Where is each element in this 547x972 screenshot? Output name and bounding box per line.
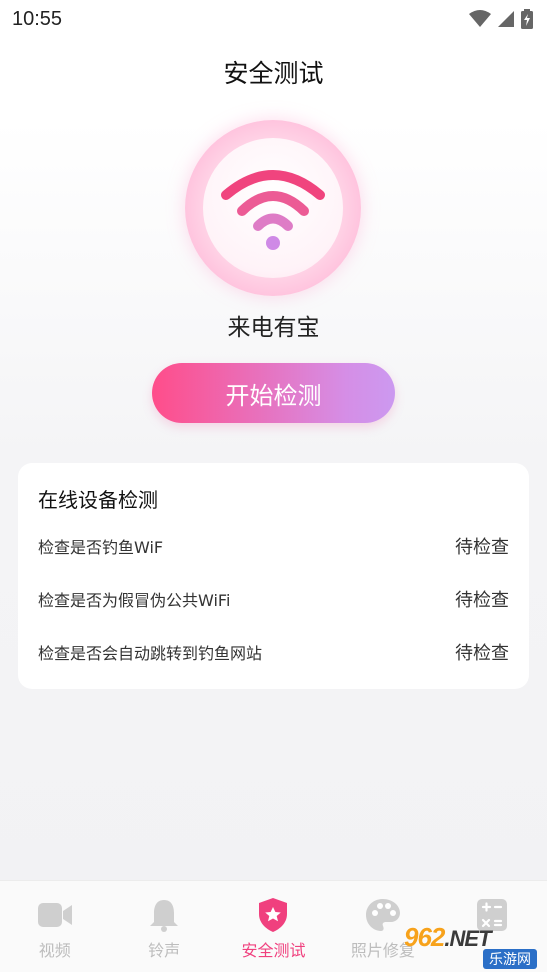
start-detection-button[interactable]: 开始检测 bbox=[152, 363, 395, 423]
cell-signal-icon bbox=[498, 11, 514, 27]
network-name: 来电有宝 bbox=[227, 315, 320, 341]
nav-label: 安全测试 bbox=[241, 941, 306, 960]
palette-icon bbox=[365, 897, 401, 933]
card-title: 在线设备检测 bbox=[38, 488, 158, 512]
status-bar: 10:55 bbox=[0, 0, 547, 38]
page-title: 安全测试 bbox=[223, 59, 324, 88]
check-status: 待检查 bbox=[455, 590, 509, 611]
battery-icon bbox=[521, 9, 533, 29]
video-camera-icon bbox=[37, 897, 73, 933]
status-icons bbox=[469, 9, 533, 29]
wifi-signal-icon bbox=[469, 10, 491, 27]
wifi-icon bbox=[221, 170, 325, 250]
check-label: 检查是否钓鱼WiF bbox=[38, 538, 164, 557]
check-label: 检查是否为假冒伪公共WiFi bbox=[38, 591, 231, 610]
nav-label: 视频 bbox=[38, 941, 71, 960]
check-status: 待检查 bbox=[455, 643, 509, 664]
check-row-phishing-redirect: 检查是否会自动跳转到钓鱼网站 待检查 bbox=[38, 639, 509, 665]
nav-label: 铃声 bbox=[148, 941, 181, 960]
status-time: 10:55 bbox=[12, 7, 63, 30]
nav-item-security-test[interactable]: 安全测试 bbox=[219, 881, 328, 972]
nav-item-ringtone[interactable]: 铃声 bbox=[109, 881, 218, 972]
nav-item-video[interactable]: 视频 bbox=[0, 881, 109, 972]
wifi-hero-inner bbox=[203, 138, 343, 278]
watermark-brand: 962.NET bbox=[404, 922, 492, 952]
watermark-subtitle: 乐游网 bbox=[483, 949, 537, 969]
shield-star-icon bbox=[255, 897, 291, 933]
watermark-logo: 962.NET 乐游网 bbox=[404, 922, 539, 970]
check-label: 检查是否会自动跳转到钓鱼网站 bbox=[38, 644, 263, 663]
check-row-phishing-wifi: 检查是否钓鱼WiF 待检查 bbox=[38, 533, 509, 559]
check-status: 待检查 bbox=[455, 537, 509, 558]
bell-icon bbox=[146, 897, 182, 933]
wifi-hero bbox=[185, 120, 361, 296]
online-device-check-card: 在线设备检测 检查是否钓鱼WiF 待检查 检查是否为假冒伪公共WiFi 待检查 … bbox=[18, 463, 529, 689]
check-row-fake-public-wifi: 检查是否为假冒伪公共WiFi 待检查 bbox=[38, 586, 509, 612]
